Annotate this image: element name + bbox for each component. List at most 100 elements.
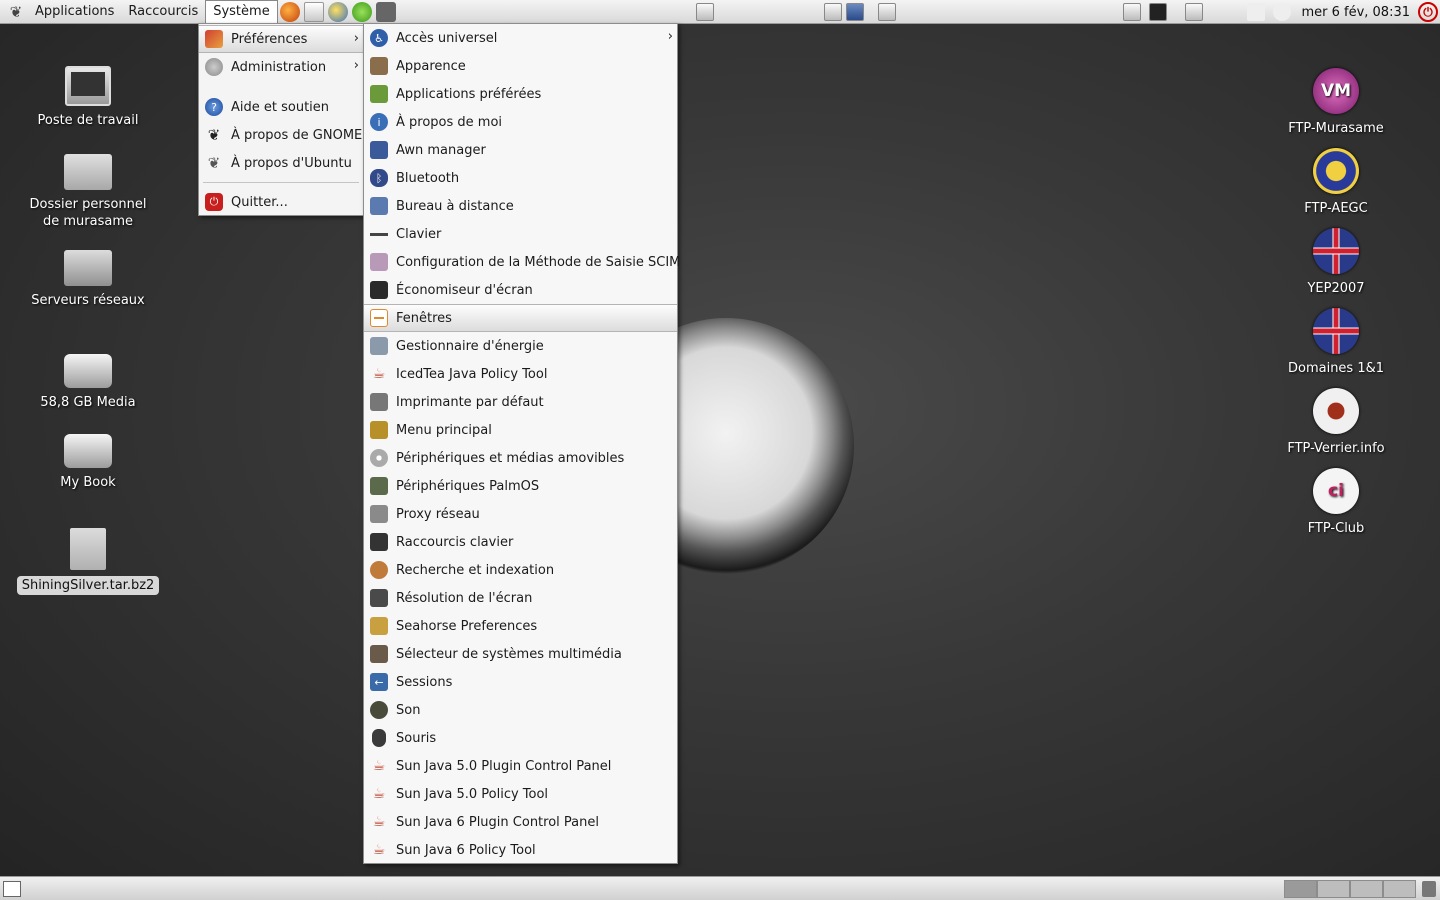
- folder-applet-icon[interactable]: [696, 3, 714, 21]
- pref-item-network-proxy[interactable]: Proxy réseau: [364, 500, 677, 528]
- pref-item-keyboard[interactable]: Clavier: [364, 220, 677, 248]
- pref-item-windows[interactable]: Fenêtres: [364, 304, 677, 332]
- pref-item-default-printer[interactable]: Imprimante par défaut: [364, 388, 677, 416]
- menu-item-label: Souris: [396, 730, 437, 746]
- pref-item-awn-manager[interactable]: Awn manager: [364, 136, 677, 164]
- screen-resolution-icon: [370, 589, 388, 607]
- desktop-icon-archive-file[interactable]: ShiningSilver.tar.bz2: [13, 528, 163, 595]
- desktop-icon-home-folder[interactable]: Dossier personnel de murasame: [13, 146, 163, 230]
- menu-item-label: Sun Java 6 Plugin Control Panel: [396, 814, 599, 830]
- menu-item-label: Périphériques et médias amovibles: [396, 450, 625, 466]
- desktop-icon-yep2007[interactable]: YEP2007: [1261, 228, 1411, 297]
- pref-item-sun-java6-policy[interactable]: ☕ Sun Java 6 Policy Tool: [364, 836, 677, 864]
- pref-item-about-me[interactable]: i À propos de moi: [364, 108, 677, 136]
- mb-applet-icon[interactable]: [846, 3, 864, 21]
- trash-icon[interactable]: [1422, 881, 1436, 897]
- keyboard-icon: [370, 225, 388, 243]
- preferred-apps-icon: [370, 85, 388, 103]
- menu-item-label: Sun Java 5.0 Plugin Control Panel: [396, 758, 612, 774]
- menu-item-label: Périphériques PalmOS: [396, 478, 540, 494]
- notes-tray-icon[interactable]: [1123, 3, 1142, 21]
- pref-item-sun-java6-plugin[interactable]: ☕ Sun Java 6 Plugin Control Panel: [364, 808, 677, 836]
- media-player-launcher-icon[interactable]: [351, 1, 372, 22]
- pref-item-power-manager[interactable]: Gestionnaire d'énergie: [364, 332, 677, 360]
- java-icon: ☕: [372, 842, 386, 858]
- desktop-icon-my-book[interactable]: My Book: [13, 420, 163, 491]
- users-applet-icon[interactable]: [824, 3, 842, 21]
- pref-item-multimedia-selector[interactable]: Sélecteur de systèmes multimédia: [364, 640, 677, 668]
- places-menu[interactable]: Raccourcis: [121, 0, 205, 24]
- pref-item-keyboard-shortcuts[interactable]: Raccourcis clavier: [364, 528, 677, 556]
- pref-item-sound[interactable]: Son: [364, 696, 677, 724]
- pref-item-screen-resolution[interactable]: Résolution de l'écran: [364, 584, 677, 612]
- menu-item-about-gnome[interactable]: ❦ À propos de GNOME: [199, 121, 363, 149]
- pref-item-universal-access[interactable]: ♿ Accès universel ›: [364, 24, 677, 52]
- menu-item-about-ubuntu[interactable]: ❦ À propos d'Ubuntu: [199, 149, 363, 177]
- system-menu[interactable]: Système: [205, 0, 278, 24]
- menu-item-label: Menu principal: [396, 422, 492, 438]
- menu-item-label: Résolution de l'écran: [396, 590, 533, 606]
- pref-item-scim-config[interactable]: Configuration de la Méthode de Saisie SC…: [364, 248, 680, 276]
- pref-item-sun-java5-policy[interactable]: ☕ Sun Java 5.0 Policy Tool: [364, 780, 677, 808]
- pref-item-search-indexing[interactable]: Recherche et indexation: [364, 556, 677, 584]
- menu-item-label: Applications préférées: [396, 86, 542, 102]
- pref-item-preferred-apps[interactable]: Applications préférées: [364, 80, 677, 108]
- screensaver-icon: [370, 281, 388, 299]
- web-browser-launcher-icon[interactable]: [327, 1, 348, 22]
- menu-item-help[interactable]: ? Aide et soutien: [199, 93, 363, 121]
- pref-item-appearance[interactable]: Apparence: [364, 52, 677, 80]
- home-folder-icon: [64, 154, 112, 190]
- desktop-icon-ftp-verrier[interactable]: FTP-Verrier.info: [1261, 388, 1411, 457]
- power-icon: ⏻: [205, 193, 223, 211]
- desktop-icon-computer[interactable]: Poste de travail: [13, 66, 163, 129]
- pref-item-bluetooth[interactable]: ᛒ Bluetooth: [364, 164, 677, 192]
- pref-item-screensaver[interactable]: Économiseur d'écran: [364, 276, 677, 304]
- windows-icon: [370, 309, 388, 327]
- desktop-icon-label: FTP-AEGC: [1304, 201, 1368, 216]
- pref-item-icedtea-policy[interactable]: ☕ IcedTea Java Policy Tool: [364, 360, 677, 388]
- cd-icon: [370, 449, 388, 467]
- desktop-icon-ftp-club[interactable]: ci FTP-Club: [1261, 468, 1411, 537]
- gnome-foot-icon[interactable]: ❦: [6, 2, 26, 22]
- mail-launcher-icon[interactable]: [303, 1, 324, 22]
- clock[interactable]: mer 6 fév, 08:31: [1301, 5, 1410, 20]
- network-signal-icon[interactable]: [1247, 3, 1266, 21]
- pref-item-sessions[interactable]: ← Sessions: [364, 668, 677, 696]
- gimp-launcher-icon[interactable]: [375, 1, 396, 22]
- pref-item-main-menu[interactable]: Menu principal: [364, 416, 677, 444]
- workspace-4[interactable]: [1383, 880, 1416, 898]
- screen-switch-applet-icon[interactable]: [878, 3, 896, 21]
- firefox-launcher-icon[interactable]: [279, 1, 300, 22]
- system-tray: mer 6 fév, 08:31 ⏻: [1119, 0, 1440, 24]
- menu-item-administration[interactable]: Administration ›: [199, 53, 363, 81]
- show-desktop-icon[interactable]: [3, 881, 21, 897]
- power-icon[interactable]: ⏻: [1418, 2, 1438, 22]
- desktop-icon-ftp-murasame[interactable]: VM FTP-Murasame: [1261, 68, 1411, 137]
- search-icon[interactable]: [1273, 3, 1292, 21]
- desktop-icon-media-drive[interactable]: 58,8 GB Media: [13, 340, 163, 411]
- pref-item-mouse[interactable]: Souris: [364, 724, 677, 752]
- network-proxy-icon: [370, 505, 388, 523]
- pref-item-sun-java5-plugin[interactable]: ☕ Sun Java 5.0 Plugin Control Panel: [364, 752, 677, 780]
- workspace-1[interactable]: [1284, 880, 1317, 898]
- applications-menu[interactable]: Applications: [28, 0, 121, 24]
- menu-item-preferences[interactable]: Préférences ›: [199, 25, 363, 53]
- desktop-icon-label: YEP2007: [1307, 281, 1365, 296]
- menu-item-label: Fenêtres: [396, 310, 452, 326]
- menu-item-label: Clavier: [396, 226, 442, 242]
- workspace-3[interactable]: [1350, 880, 1383, 898]
- calculator-tray-icon[interactable]: [1185, 3, 1204, 21]
- workspace-2[interactable]: [1317, 880, 1350, 898]
- menu-item-label: Accès universel: [396, 30, 498, 46]
- desktop-icon-network-servers[interactable]: Serveurs réseaux: [13, 250, 163, 309]
- desktop-icon-domaines[interactable]: Domaines 1&1: [1261, 308, 1411, 377]
- desktop-icon-ftp-aegc[interactable]: FTP-AEGC: [1261, 148, 1411, 217]
- pref-item-removable-media[interactable]: Périphériques et médias amovibles: [364, 444, 677, 472]
- pref-item-palmos[interactable]: Périphériques PalmOS: [364, 472, 677, 500]
- sound-icon: [370, 701, 388, 719]
- pref-item-seahorse[interactable]: Seahorse Preferences: [364, 612, 677, 640]
- terminal-tray-icon[interactable]: [1149, 3, 1168, 21]
- menu-item-label: Préférences: [231, 31, 308, 47]
- pref-item-remote-desktop[interactable]: Bureau à distance: [364, 192, 677, 220]
- menu-item-quit[interactable]: ⏻ Quitter...: [199, 188, 363, 216]
